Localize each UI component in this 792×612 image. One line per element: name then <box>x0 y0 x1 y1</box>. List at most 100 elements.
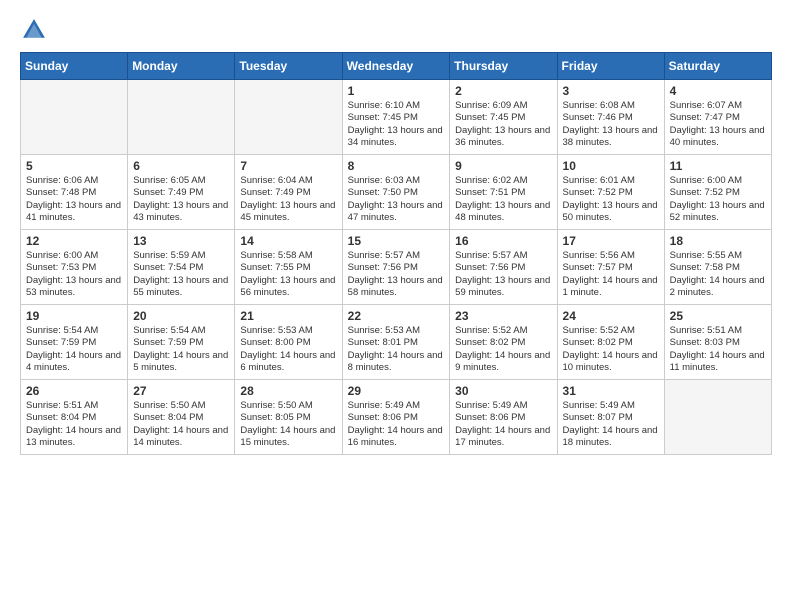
day-number: 16 <box>455 234 551 248</box>
day-number: 24 <box>563 309 659 323</box>
calendar-cell: 21 Sunrise: 5:53 AM Sunset: 8:00 PM Dayli… <box>235 305 342 380</box>
day-number: 18 <box>670 234 766 248</box>
day-info: Sunrise: 6:01 AM Sunset: 7:52 PM Dayligh… <box>563 175 659 224</box>
day-info: Sunrise: 5:54 AM Sunset: 7:59 PM Dayligh… <box>26 325 122 374</box>
day-number: 9 <box>455 159 551 173</box>
day-info: Sunrise: 5:53 AM Sunset: 8:01 PM Dayligh… <box>348 325 445 374</box>
day-info: Sunrise: 5:55 AM Sunset: 7:58 PM Dayligh… <box>670 250 766 299</box>
calendar-cell <box>21 80 128 155</box>
day-info: Sunrise: 6:10 AM Sunset: 7:45 PM Dayligh… <box>348 100 445 149</box>
weekday-header: Friday <box>557 53 664 80</box>
calendar-cell: 11Sunrise: 6:00 AM Sunset: 7:52 PM Dayli… <box>664 155 771 230</box>
day-info: Sunrise: 5:54 AM Sunset: 7:59 PM Dayligh… <box>133 325 229 374</box>
weekday-header: Sunday <box>21 53 128 80</box>
day-info: Sunrise: 5:52 AM Sunset: 8:02 PM Dayligh… <box>563 325 659 374</box>
page-header <box>20 16 772 44</box>
calendar-cell: 22 Sunrise: 5:53 AM Sunset: 8:01 PM Dayli… <box>342 305 450 380</box>
day-number: 14 <box>240 234 336 248</box>
calendar-cell: 6 Sunrise: 6:05 AM Sunset: 7:49 PM Daylig… <box>128 155 235 230</box>
day-number: 31 <box>563 384 659 398</box>
day-number: 26 <box>26 384 122 398</box>
day-number: 25 <box>670 309 766 323</box>
day-number: 20 <box>133 309 229 323</box>
calendar-cell: 30 Sunrise: 5:49 AM Sunset: 8:06 PM Dayli… <box>450 380 557 455</box>
calendar-cell: 14 Sunrise: 5:58 AM Sunset: 7:55 PM Dayli… <box>235 230 342 305</box>
day-info: Sunrise: 5:57 AM Sunset: 7:56 PM Dayligh… <box>455 250 551 299</box>
weekday-header-row: SundayMondayTuesdayWednesdayThursdayFrid… <box>21 53 772 80</box>
day-info: Sunrise: 6:04 AM Sunset: 7:49 PM Dayligh… <box>240 175 336 224</box>
calendar-cell: 23 Sunrise: 5:52 AM Sunset: 8:02 PM Dayli… <box>450 305 557 380</box>
day-number: 19 <box>26 309 122 323</box>
day-number: 13 <box>133 234 229 248</box>
calendar-cell: 10Sunrise: 6:01 AM Sunset: 7:52 PM Dayli… <box>557 155 664 230</box>
day-info: Sunrise: 5:53 AM Sunset: 8:00 PM Dayligh… <box>240 325 336 374</box>
calendar-cell: 9 Sunrise: 6:02 AM Sunset: 7:51 PM Daylig… <box>450 155 557 230</box>
day-info: Sunrise: 6:00 AM Sunset: 7:53 PM Dayligh… <box>26 250 122 299</box>
calendar-cell: 20 Sunrise: 5:54 AM Sunset: 7:59 PM Dayli… <box>128 305 235 380</box>
day-info: Sunrise: 5:57 AM Sunset: 7:56 PM Dayligh… <box>348 250 445 299</box>
calendar-cell: 29 Sunrise: 5:49 AM Sunset: 8:06 PM Dayli… <box>342 380 450 455</box>
day-info: Sunrise: 6:09 AM Sunset: 7:45 PM Dayligh… <box>455 100 551 149</box>
weekday-header: Thursday <box>450 53 557 80</box>
day-number: 8 <box>348 159 445 173</box>
calendar-cell: 4 Sunrise: 6:07 AM Sunset: 7:47 PM Daylig… <box>664 80 771 155</box>
day-number: 3 <box>563 84 659 98</box>
calendar-cell: 3 Sunrise: 6:08 AM Sunset: 7:46 PM Daylig… <box>557 80 664 155</box>
calendar-cell: 17Sunrise: 5:56 AM Sunset: 7:57 PM Dayli… <box>557 230 664 305</box>
day-number: 4 <box>670 84 766 98</box>
day-number: 15 <box>348 234 445 248</box>
day-number: 6 <box>133 159 229 173</box>
calendar-cell <box>235 80 342 155</box>
calendar-cell: 18 Sunrise: 5:55 AM Sunset: 7:58 PM Dayli… <box>664 230 771 305</box>
day-info: Sunrise: 6:08 AM Sunset: 7:46 PM Dayligh… <box>563 100 659 149</box>
weekday-header: Wednesday <box>342 53 450 80</box>
day-info: Sunrise: 5:52 AM Sunset: 8:02 PM Dayligh… <box>455 325 551 374</box>
day-info: Sunrise: 6:05 AM Sunset: 7:49 PM Dayligh… <box>133 175 229 224</box>
day-number: 22 <box>348 309 445 323</box>
day-info: Sunrise: 5:51 AM Sunset: 8:04 PM Dayligh… <box>26 400 122 449</box>
calendar-cell: 16 Sunrise: 5:57 AM Sunset: 7:56 PM Dayli… <box>450 230 557 305</box>
calendar-cell: 7Sunrise: 6:04 AM Sunset: 7:49 PM Daylig… <box>235 155 342 230</box>
day-info: Sunrise: 5:49 AM Sunset: 8:06 PM Dayligh… <box>348 400 445 449</box>
calendar-cell: 24 Sunrise: 5:52 AM Sunset: 8:02 PM Dayli… <box>557 305 664 380</box>
day-info: Sunrise: 6:07 AM Sunset: 7:47 PM Dayligh… <box>670 100 766 149</box>
day-info: Sunrise: 6:06 AM Sunset: 7:48 PM Dayligh… <box>26 175 122 224</box>
calendar-cell <box>664 380 771 455</box>
day-info: Sunrise: 5:59 AM Sunset: 7:54 PM Dayligh… <box>133 250 229 299</box>
logo-icon <box>20 16 48 44</box>
day-number: 29 <box>348 384 445 398</box>
calendar-cell: 27Sunrise: 5:50 AM Sunset: 8:04 PM Dayli… <box>128 380 235 455</box>
week-row: 12Sunrise: 6:00 AM Sunset: 7:53 PM Dayli… <box>21 230 772 305</box>
week-row: 19 Sunrise: 5:54 AM Sunset: 7:59 PM Dayli… <box>21 305 772 380</box>
weekday-header: Tuesday <box>235 53 342 80</box>
day-info: Sunrise: 5:50 AM Sunset: 8:05 PM Dayligh… <box>240 400 336 449</box>
week-row: 5 Sunrise: 6:06 AM Sunset: 7:48 PM Daylig… <box>21 155 772 230</box>
calendar-cell: 1Sunrise: 6:10 AM Sunset: 7:45 PM Daylig… <box>342 80 450 155</box>
day-number: 5 <box>26 159 122 173</box>
day-info: Sunrise: 5:51 AM Sunset: 8:03 PM Dayligh… <box>670 325 766 374</box>
weekday-header: Monday <box>128 53 235 80</box>
calendar-cell: 19 Sunrise: 5:54 AM Sunset: 7:59 PM Dayli… <box>21 305 128 380</box>
day-number: 27 <box>133 384 229 398</box>
week-row: 26 Sunrise: 5:51 AM Sunset: 8:04 PM Dayli… <box>21 380 772 455</box>
calendar-cell: 8Sunrise: 6:03 AM Sunset: 7:50 PM Daylig… <box>342 155 450 230</box>
day-number: 23 <box>455 309 551 323</box>
logo <box>20 16 52 44</box>
day-info: Sunrise: 5:49 AM Sunset: 8:07 PM Dayligh… <box>563 400 659 449</box>
weekday-header: Saturday <box>664 53 771 80</box>
calendar-cell: 28Sunrise: 5:50 AM Sunset: 8:05 PM Dayli… <box>235 380 342 455</box>
calendar-cell: 15 Sunrise: 5:57 AM Sunset: 7:56 PM Dayli… <box>342 230 450 305</box>
day-info: Sunrise: 6:02 AM Sunset: 7:51 PM Dayligh… <box>455 175 551 224</box>
day-number: 21 <box>240 309 336 323</box>
day-number: 30 <box>455 384 551 398</box>
calendar-cell <box>128 80 235 155</box>
calendar-table: SundayMondayTuesdayWednesdayThursdayFrid… <box>20 52 772 455</box>
day-info: Sunrise: 5:58 AM Sunset: 7:55 PM Dayligh… <box>240 250 336 299</box>
day-number: 11 <box>670 159 766 173</box>
calendar-cell: 2Sunrise: 6:09 AM Sunset: 7:45 PM Daylig… <box>450 80 557 155</box>
day-info: Sunrise: 5:56 AM Sunset: 7:57 PM Dayligh… <box>563 250 659 299</box>
week-row: 1Sunrise: 6:10 AM Sunset: 7:45 PM Daylig… <box>21 80 772 155</box>
day-info: Sunrise: 5:49 AM Sunset: 8:06 PM Dayligh… <box>455 400 551 449</box>
calendar-cell: 26 Sunrise: 5:51 AM Sunset: 8:04 PM Dayli… <box>21 380 128 455</box>
calendar-cell: 31 Sunrise: 5:49 AM Sunset: 8:07 PM Dayli… <box>557 380 664 455</box>
